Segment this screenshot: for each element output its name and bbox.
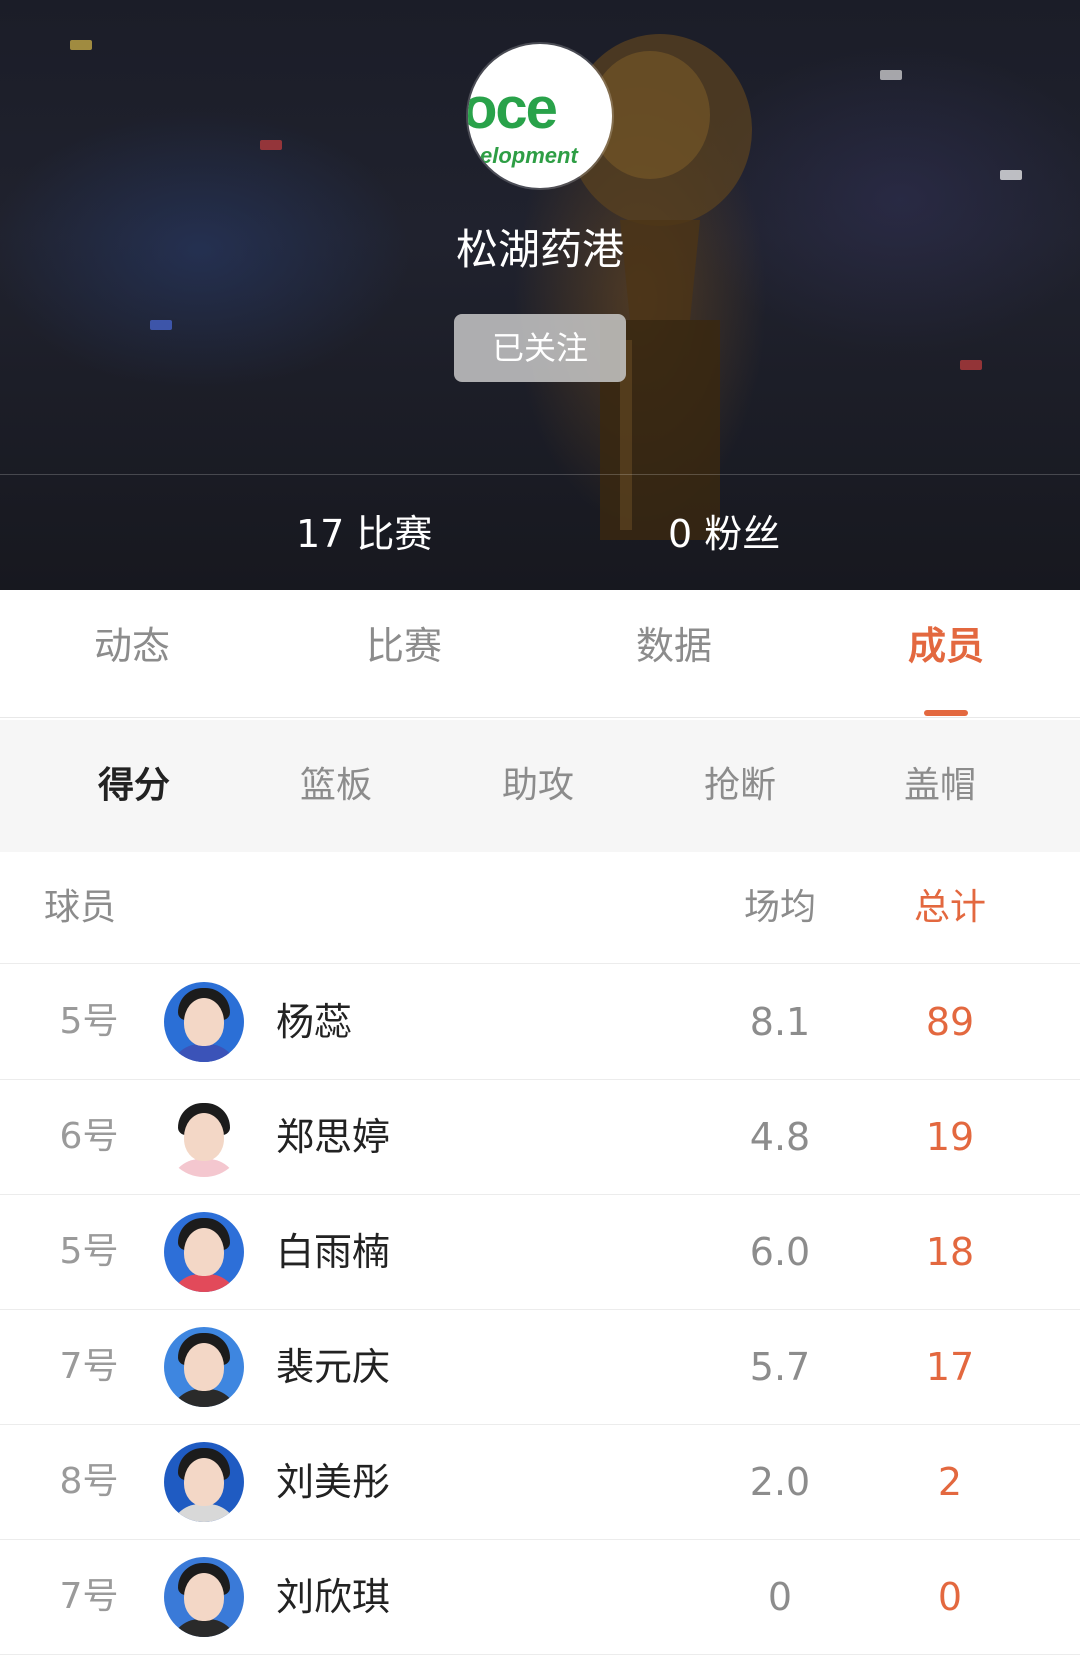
confetti-decoration xyxy=(70,40,92,50)
avatar xyxy=(164,1212,244,1292)
games-stat[interactable]: 17 比赛 xyxy=(296,506,432,562)
fans-stat[interactable]: 0 粉丝 xyxy=(668,506,780,562)
confetti-decoration xyxy=(260,140,282,150)
player-list: 5号 杨蕊 8.1 89 6号 郑思婷 4.8 19 5号 白雨楠 6.0 18… xyxy=(0,965,1080,1655)
total-value: 19 xyxy=(925,1115,975,1159)
jersey-number: 7号 xyxy=(59,1576,119,1617)
average-value: 8.1 xyxy=(749,1000,811,1044)
hero-divider xyxy=(0,474,1080,475)
avatar xyxy=(164,982,244,1062)
table-row[interactable]: 5号 白雨楠 6.0 18 xyxy=(0,1195,1080,1310)
avatar xyxy=(164,1557,244,1637)
confetti-decoration xyxy=(880,70,902,80)
avatar xyxy=(164,1097,244,1177)
team-header-banner: oce elopment 松湖药港 已关注 17 比赛 0 粉丝 xyxy=(0,0,1080,590)
jersey-number: 7号 xyxy=(59,1346,119,1387)
main-tab-bar: 动态 比赛 数据 成员 xyxy=(0,590,1080,718)
column-header-total[interactable]: 总计 xyxy=(870,880,1030,936)
column-header-average[interactable]: 场均 xyxy=(700,880,860,936)
table-row[interactable]: 6号 郑思婷 4.8 19 xyxy=(0,1080,1080,1195)
jersey-number: 8号 xyxy=(59,1461,119,1502)
team-logo-subtext: elopment xyxy=(480,143,578,168)
total-value: 0 xyxy=(937,1575,963,1619)
player-name: 杨蕊 xyxy=(276,1000,353,1044)
average-value: 6.0 xyxy=(749,1230,811,1274)
jersey-number: 5号 xyxy=(59,1231,119,1272)
tab-games[interactable]: 比赛 xyxy=(314,618,494,674)
average-value: 5.7 xyxy=(749,1345,811,1389)
confetti-decoration xyxy=(1000,170,1022,180)
active-tab-indicator xyxy=(924,710,968,716)
table-header: 球员 场均 总计 xyxy=(0,852,1080,964)
total-value: 18 xyxy=(925,1230,975,1274)
total-value: 17 xyxy=(925,1345,975,1389)
table-row[interactable]: 7号 裴元庆 5.7 17 xyxy=(0,1310,1080,1425)
tab-feed[interactable]: 动态 xyxy=(42,618,222,674)
tab-data[interactable]: 数据 xyxy=(584,618,764,674)
team-logo-mark: oce xyxy=(468,76,558,141)
average-value: 2.0 xyxy=(749,1460,811,1504)
games-count: 17 xyxy=(296,512,345,556)
column-header-player: 球员 xyxy=(44,887,117,928)
subtab-points[interactable]: 得分 xyxy=(54,758,214,814)
team-name: 松湖药港 xyxy=(455,225,624,274)
subtab-assists[interactable]: 助攻 xyxy=(458,758,618,814)
player-name: 郑思婷 xyxy=(276,1115,391,1159)
total-value: 2 xyxy=(937,1460,963,1504)
subtab-steals[interactable]: 抢断 xyxy=(660,758,820,814)
confetti-decoration xyxy=(150,320,172,330)
average-value: 0 xyxy=(767,1575,793,1619)
table-row[interactable]: 7号 刘欣琪 0 0 xyxy=(0,1540,1080,1655)
subtab-rebounds[interactable]: 篮板 xyxy=(256,758,416,814)
player-name: 刘美彤 xyxy=(276,1460,391,1504)
average-value: 4.8 xyxy=(749,1115,811,1159)
total-value: 89 xyxy=(925,1000,975,1044)
tab-members[interactable]: 成员 xyxy=(856,618,1036,674)
follow-button[interactable]: 已关注 xyxy=(454,314,626,382)
fans-count: 0 xyxy=(668,512,693,556)
table-row[interactable]: 8号 刘美彤 2.0 2 xyxy=(0,1425,1080,1540)
avatar xyxy=(164,1442,244,1522)
subtab-blocks[interactable]: 盖帽 xyxy=(860,758,1020,814)
player-name: 白雨楠 xyxy=(276,1230,391,1274)
player-name: 裴元庆 xyxy=(276,1345,391,1389)
fans-label: 粉丝 xyxy=(704,512,781,556)
jersey-number: 5号 xyxy=(59,1001,119,1042)
team-logo[interactable]: oce elopment xyxy=(468,44,612,188)
avatar xyxy=(164,1327,244,1407)
jersey-number: 6号 xyxy=(59,1116,119,1157)
table-row[interactable]: 5号 杨蕊 8.1 89 xyxy=(0,965,1080,1080)
stat-category-bar: 得分 篮板 助攻 抢断 盖帽 xyxy=(0,720,1080,852)
player-name: 刘欣琪 xyxy=(276,1575,391,1619)
confetti-decoration xyxy=(960,360,982,370)
games-label: 比赛 xyxy=(356,512,433,556)
